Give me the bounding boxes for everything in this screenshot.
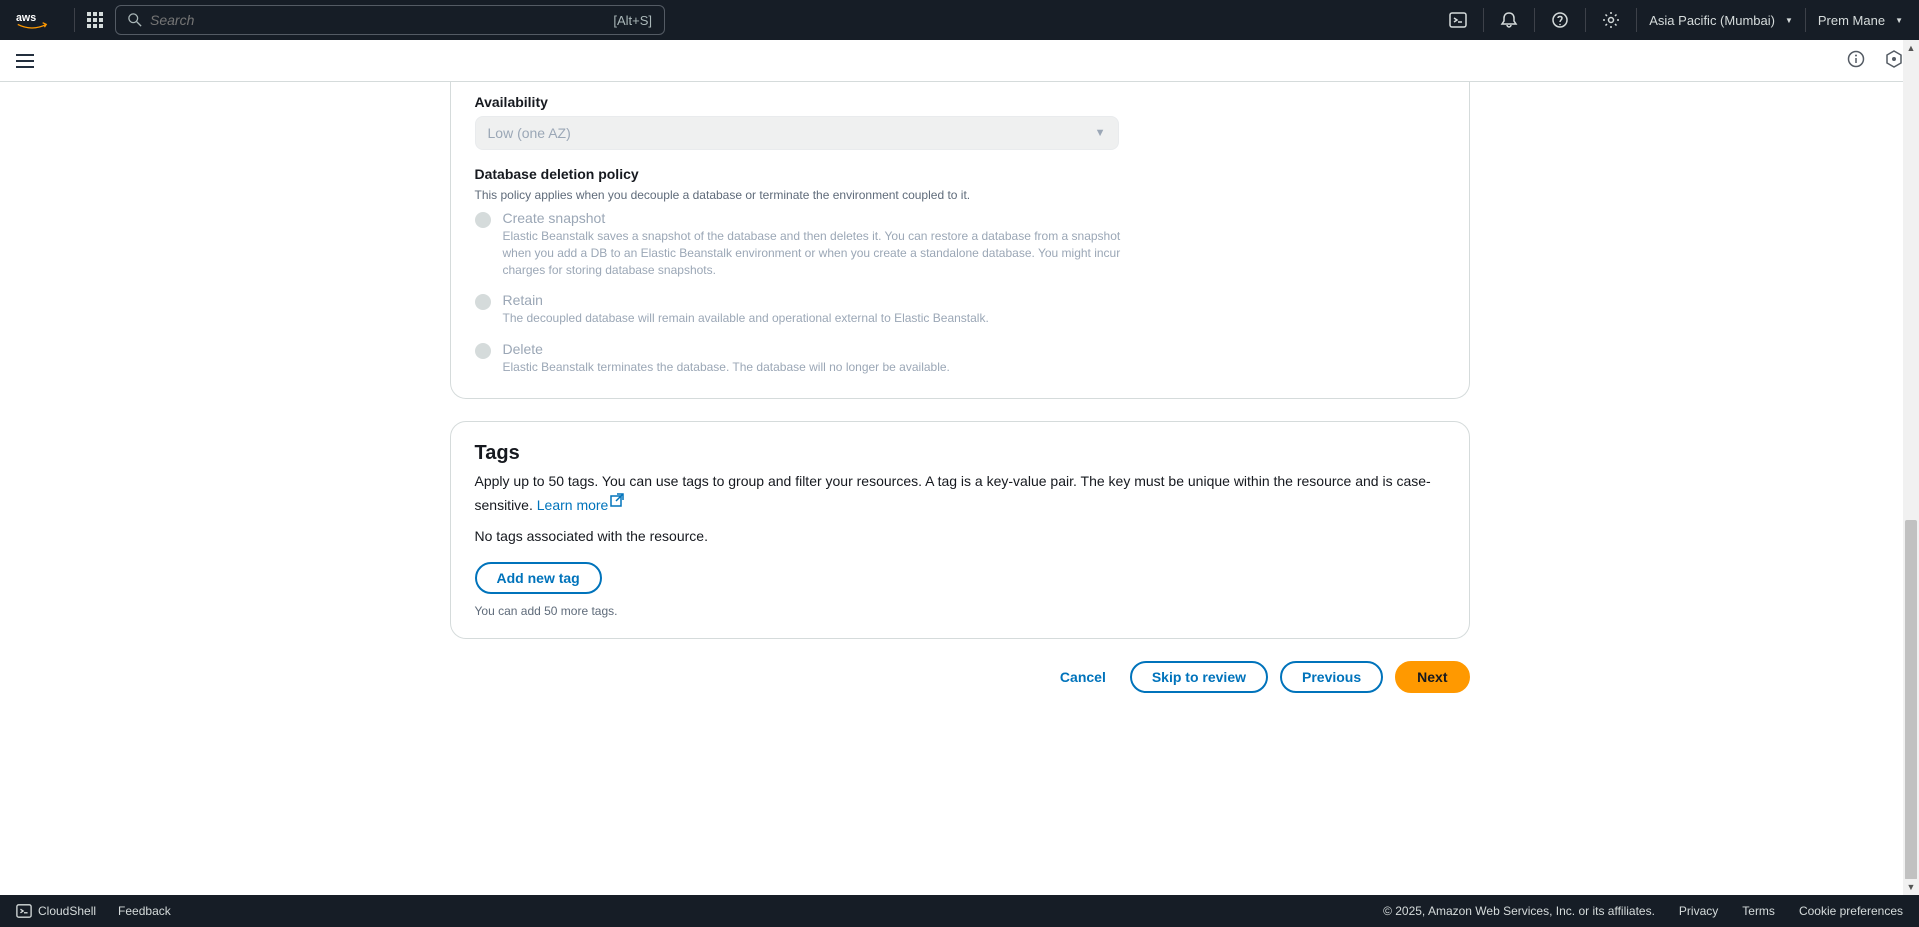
scroll-up-icon[interactable]: ▲ (1903, 40, 1919, 56)
tags-desc: Apply up to 50 tags. You can use tags to… (475, 471, 1445, 516)
skip-to-review-button[interactable]: Skip to review (1130, 661, 1268, 693)
hex-icon[interactable] (1885, 50, 1903, 71)
tags-panel: Tags Apply up to 50 tags. You can use ta… (450, 421, 1470, 639)
scroll-down-icon[interactable]: ▼ (1903, 879, 1919, 895)
add-new-tag-button[interactable]: Add new tag (475, 562, 602, 594)
previous-button[interactable]: Previous (1280, 661, 1383, 693)
scroll-thumb[interactable] (1905, 520, 1917, 880)
cloudshell-header-icon[interactable] (1445, 11, 1471, 29)
notifications-icon[interactable] (1496, 11, 1522, 29)
svg-text:aws: aws (16, 12, 36, 24)
radio-title: Delete (503, 341, 1445, 357)
radio-title: Retain (503, 292, 1445, 308)
privacy-link[interactable]: Privacy (1679, 904, 1718, 918)
wizard-actions: Cancel Skip to review Previous Next (450, 661, 1470, 693)
database-panel: Availability Low (one AZ) ▼ Database del… (450, 82, 1470, 399)
tags-hint: You can add 50 more tags. (475, 604, 1445, 618)
divider (74, 8, 75, 32)
search-shortcut: [Alt+S] (613, 13, 652, 28)
learn-more-link[interactable]: Learn more (537, 497, 625, 513)
search-icon (128, 13, 142, 27)
radio-desc: Elastic Beanstalk terminates the databas… (503, 359, 1123, 376)
services-grid-icon[interactable] (87, 12, 103, 28)
external-link-icon (610, 492, 624, 513)
info-icon[interactable] (1847, 50, 1865, 71)
chevron-down-icon: ▼ (1095, 127, 1106, 139)
radio-icon (475, 294, 491, 310)
next-button[interactable]: Next (1395, 661, 1469, 693)
help-icon[interactable] (1547, 11, 1573, 29)
search-input[interactable] (150, 12, 613, 28)
radio-title: Create snapshot (503, 210, 1445, 226)
account-menu[interactable]: Prem Mane (1818, 13, 1903, 28)
scrollbar[interactable]: ▲ ▼ (1903, 40, 1919, 895)
radio-desc: The decoupled database will remain avail… (503, 310, 1123, 327)
terms-link[interactable]: Terms (1742, 904, 1775, 918)
availability-label: Availability (475, 94, 1445, 110)
region-selector[interactable]: Asia Pacific (Mumbai) (1649, 13, 1793, 28)
radio-icon (475, 343, 491, 359)
radio-icon (475, 212, 491, 228)
radio-create-snapshot: Create snapshot Elastic Beanstalk saves … (475, 210, 1445, 278)
availability-select: Low (one AZ) ▼ (475, 116, 1119, 150)
copyright-text: © 2025, Amazon Web Services, Inc. or its… (1383, 904, 1655, 918)
feedback-link[interactable]: Feedback (118, 904, 171, 918)
availability-value: Low (one AZ) (488, 125, 571, 141)
settings-icon[interactable] (1598, 11, 1624, 29)
footer: CloudShell Feedback © 2025, Amazon Web S… (0, 895, 1919, 927)
radio-desc: Elastic Beanstalk saves a snapshot of th… (503, 228, 1123, 278)
cancel-button[interactable]: Cancel (1048, 663, 1118, 691)
top-header: aws [Alt+S] Asia Pacific (Mumbai) Prem M… (0, 0, 1919, 40)
side-nav-toggle-icon[interactable] (16, 54, 34, 68)
no-tags-text: No tags associated with the resource. (475, 528, 1445, 544)
aws-logo[interactable]: aws (16, 10, 48, 30)
radio-delete: Delete Elastic Beanstalk terminates the … (475, 341, 1445, 376)
cloudshell-link[interactable]: CloudShell (16, 903, 96, 919)
radio-retain: Retain The decoupled database will remai… (475, 292, 1445, 327)
tags-title: Tags (475, 442, 1445, 465)
db-deletion-desc: This policy applies when you decouple a … (475, 188, 1445, 202)
search-box[interactable]: [Alt+S] (115, 5, 665, 35)
sub-header (0, 40, 1919, 82)
db-deletion-label: Database deletion policy (475, 166, 1445, 182)
cookie-preferences-link[interactable]: Cookie preferences (1799, 904, 1903, 918)
